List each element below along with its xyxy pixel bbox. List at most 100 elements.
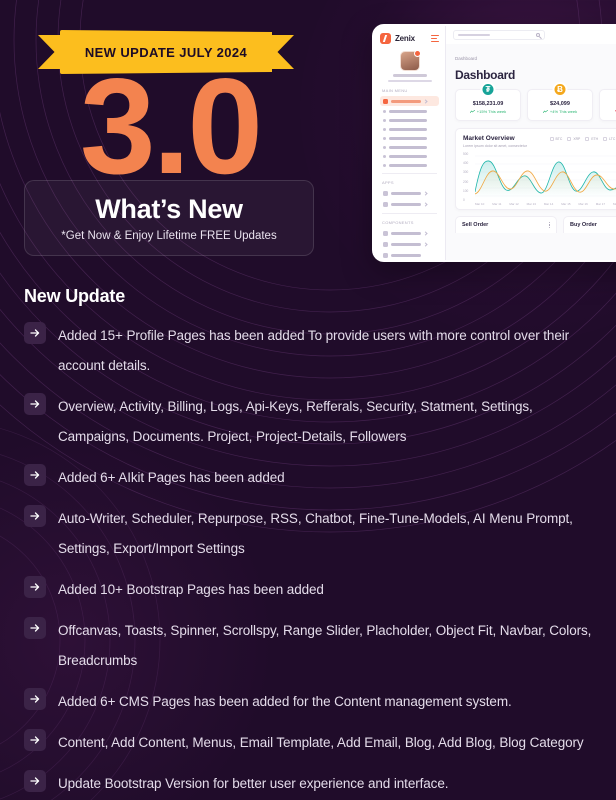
sidebar-item-icon [383,190,388,196]
order-card-title: Sell Order [462,222,489,229]
y-axis-tick: 400 [463,161,469,166]
sidebar-item-wallet[interactable] [380,125,439,133]
sidebar-item-transactions[interactable] [380,134,439,142]
coin-icon: Ƀ [552,82,568,97]
dashboard-user-block[interactable] [380,50,439,82]
sidebar-item-icon [383,230,388,236]
dashboard-sidebar: Zenix MAIN MENU APPS COMPONENTS [374,26,446,260]
update-list-item: Added 6+ AIkit Pages has been added [24,463,592,493]
legend-checkbox[interactable] [603,137,608,141]
sidebar-item-label [389,154,427,158]
legend-checkbox[interactable] [549,137,554,141]
dashboard-search-input[interactable] [453,30,545,40]
update-list-item: Content, Add Content, Menus, Email Templ… [24,728,592,758]
order-card: Buy Order [563,216,616,234]
sidebar-item-label [389,127,427,131]
sidebar-section-label: COMPONENTS [382,220,414,225]
stat-card-value: $158,231.09 [472,101,504,107]
update-item-text: Added 6+ CMS Pages has been added for th… [58,694,512,709]
user-name-placeholder [392,74,427,77]
update-item-text: Added 15+ Profile Pages has been added T… [58,328,570,373]
x-axis-tick: Mar 10 [475,202,485,206]
sidebar-item-market-capital[interactable] [380,161,439,169]
chevron-down-icon [423,98,428,104]
sidebar-item-forms[interactable] [380,261,439,262]
stat-card: ₮ $158,231.09 +15% This week [455,82,521,121]
hamburger-menu-icon[interactable] [431,34,439,43]
sidebar-item-charts[interactable] [380,199,439,209]
sidebar-item-portfolio[interactable] [380,152,439,160]
sidebar-item-bank-details[interactable] [380,143,439,151]
legend-label: LTC [609,137,616,141]
arrow-right-icon [24,322,46,344]
sidebar-item-widget[interactable] [380,250,439,260]
stat-card-change: +15% This week [460,109,516,114]
arrow-right-icon [24,688,46,710]
dashboard-brand[interactable]: Zenix [380,33,439,44]
sidebar-item-plugins[interactable] [380,239,439,249]
y-axis-tick: 500 [463,152,469,156]
sidebar-item-apps[interactable] [380,188,439,198]
update-item-text: Added 6+ AIkit Pages has been added [58,470,285,485]
legend-label: BTC [555,137,563,141]
dashboard-sidebar-menu: MAIN MENU APPS COMPONENTS [380,88,439,262]
arrow-right-icon [24,576,46,598]
sidebar-item-bootstrap[interactable] [380,228,439,238]
more-options-icon[interactable] [548,222,550,229]
chevron-down-icon [423,230,428,236]
legend-label: ETH [591,137,599,141]
legend-label: XRP [573,137,581,141]
arrow-right-icon [24,505,46,527]
update-item-text: Overview, Activity, Billing, Logs, Api-K… [58,399,533,444]
sidebar-item-icon [383,163,386,167]
legend-item[interactable]: ETH [585,137,598,141]
x-axis-tick: Mar 15 [561,202,571,206]
market-chart-y-axis: 500 400 300 200 100 0 [463,152,474,202]
update-item-text: Offcanvas, Toasts, Spinner, Scrollspy, R… [58,623,592,668]
brand-name: Zenix [395,34,415,43]
whats-new-card: What’s New *Get Now & Enjoy Lifetime FRE… [24,180,314,256]
sidebar-item-label [389,136,427,140]
update-item-text: Auto-Writer, Scheduler, Repurpose, RSS, … [58,511,573,556]
sidebar-divider [382,213,437,214]
sidebar-item-dashboard-light[interactable] [380,107,439,115]
legend-item[interactable]: XRP [567,137,580,141]
sidebar-item-label [389,118,427,122]
sidebar-item-dashboard-dark[interactable] [380,116,439,124]
legend-checkbox[interactable] [567,137,572,141]
sidebar-item-icon [383,241,388,247]
dashboard-breadcrumb: Dashboard [446,44,616,65]
market-panel-title: Market Overview [463,135,515,142]
legend-checkbox[interactable] [585,137,590,141]
sidebar-item-label [391,231,421,235]
whats-new-title: What’s New [95,194,243,224]
legend-item[interactable]: BTC [549,137,563,141]
market-chart-svg [475,155,616,198]
coin-icon: ₮ [480,82,496,97]
market-panel-subtitle: Lorem ipsum dolor sit amet, consectetur [463,144,527,148]
legend-item[interactable]: LTC [603,137,615,141]
sidebar-item-icon [383,145,386,149]
sidebar-divider [382,173,437,174]
x-axis-tick: Mar 17 [595,202,606,206]
x-axis-tick: Mar 12 [509,202,519,206]
user-email-placeholder [387,80,432,82]
stat-card-value: $66,230 [604,101,616,107]
dashboard-page-title: Dashboard [455,68,515,82]
sidebar-item-dashboard[interactable] [380,96,439,106]
y-axis-tick: 300 [463,170,469,175]
update-list-item: Update Bootstrap Version for better user… [24,769,592,799]
x-axis-tick: Mar 14 [543,202,554,206]
arrow-right-icon [24,729,46,751]
update-list-item: Overview, Activity, Billing, Logs, Api-K… [24,392,592,452]
dashboard-topbar [446,26,616,44]
update-list-item: Auto-Writer, Scheduler, Repurpose, RSS, … [24,504,592,564]
sidebar-item-icon [383,109,386,113]
y-axis-tick: 0 [463,198,465,202]
sidebar-item-label [389,109,427,113]
sidebar-section-label: APPS [382,180,394,185]
version-number: 3.0 [79,50,263,202]
whats-new-subtitle: *Get Now & Enjoy Lifetime FREE Updates [61,230,277,242]
chevron-down-icon [423,201,428,207]
sidebar-item-label [391,202,421,206]
